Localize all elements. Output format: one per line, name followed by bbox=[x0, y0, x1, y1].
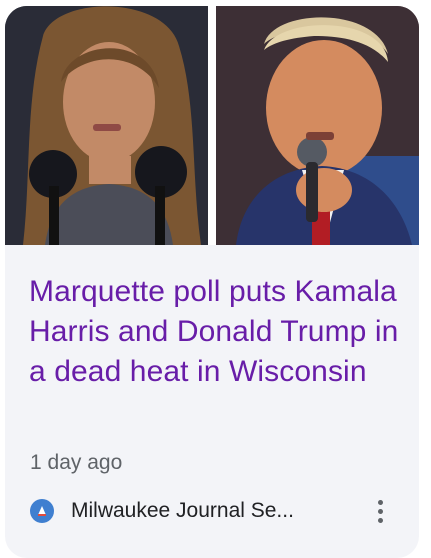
news-headline[interactable]: Marquette poll puts Kamala Harris and Do… bbox=[29, 272, 399, 392]
favicon-glyph-icon bbox=[38, 506, 46, 516]
more-vertical-icon bbox=[377, 499, 383, 505]
published-time: 1 day ago bbox=[30, 451, 123, 474]
source-name[interactable]: Milwaukee Journal Se... bbox=[71, 499, 294, 523]
source-row: Milwaukee Journal Se... bbox=[30, 495, 400, 527]
man-speaking-image bbox=[216, 6, 419, 245]
news-card[interactable]: Marquette poll puts Kamala Harris and Do… bbox=[5, 6, 419, 558]
more-options-button[interactable] bbox=[368, 495, 392, 527]
card-image-strip bbox=[5, 6, 419, 245]
more-vertical-icon-dot bbox=[377, 517, 383, 523]
woman-speaking-image bbox=[5, 6, 208, 245]
news-photo-left bbox=[5, 6, 208, 245]
milwaukee-journal-sentinel-favicon-icon bbox=[30, 499, 54, 523]
news-photo-right bbox=[216, 6, 419, 245]
more-vertical-icon-dot bbox=[377, 508, 383, 514]
